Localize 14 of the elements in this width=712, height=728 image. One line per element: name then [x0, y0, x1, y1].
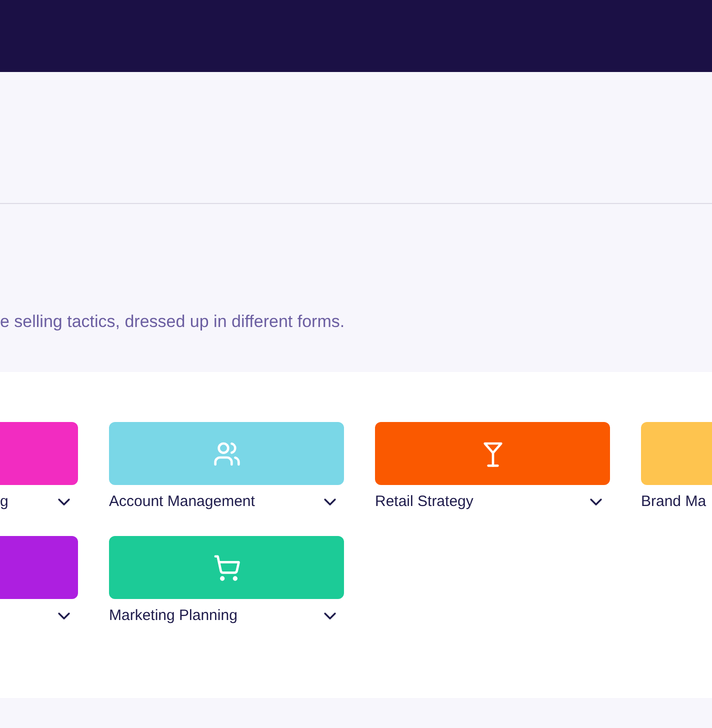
category-tile[interactable]: [109, 422, 344, 485]
category-tile[interactable]: [0, 536, 78, 599]
category-label: g: [0, 492, 8, 512]
users-icon: [212, 440, 240, 468]
category-label: Brand Ma: [641, 492, 706, 512]
category-tile[interactable]: [375, 422, 610, 485]
category-tile[interactable]: [109, 536, 344, 599]
category-label: Marketing Planning: [109, 606, 238, 626]
category-label: Retail Strategy: [375, 492, 474, 512]
shopping-cart-icon: [212, 554, 240, 582]
category-tile[interactable]: [641, 422, 712, 485]
category-tile[interactable]: [0, 422, 78, 485]
category-label: Account Management: [109, 492, 255, 512]
subtitle: e selling tactics, dressed up in different forms.: [0, 310, 345, 332]
